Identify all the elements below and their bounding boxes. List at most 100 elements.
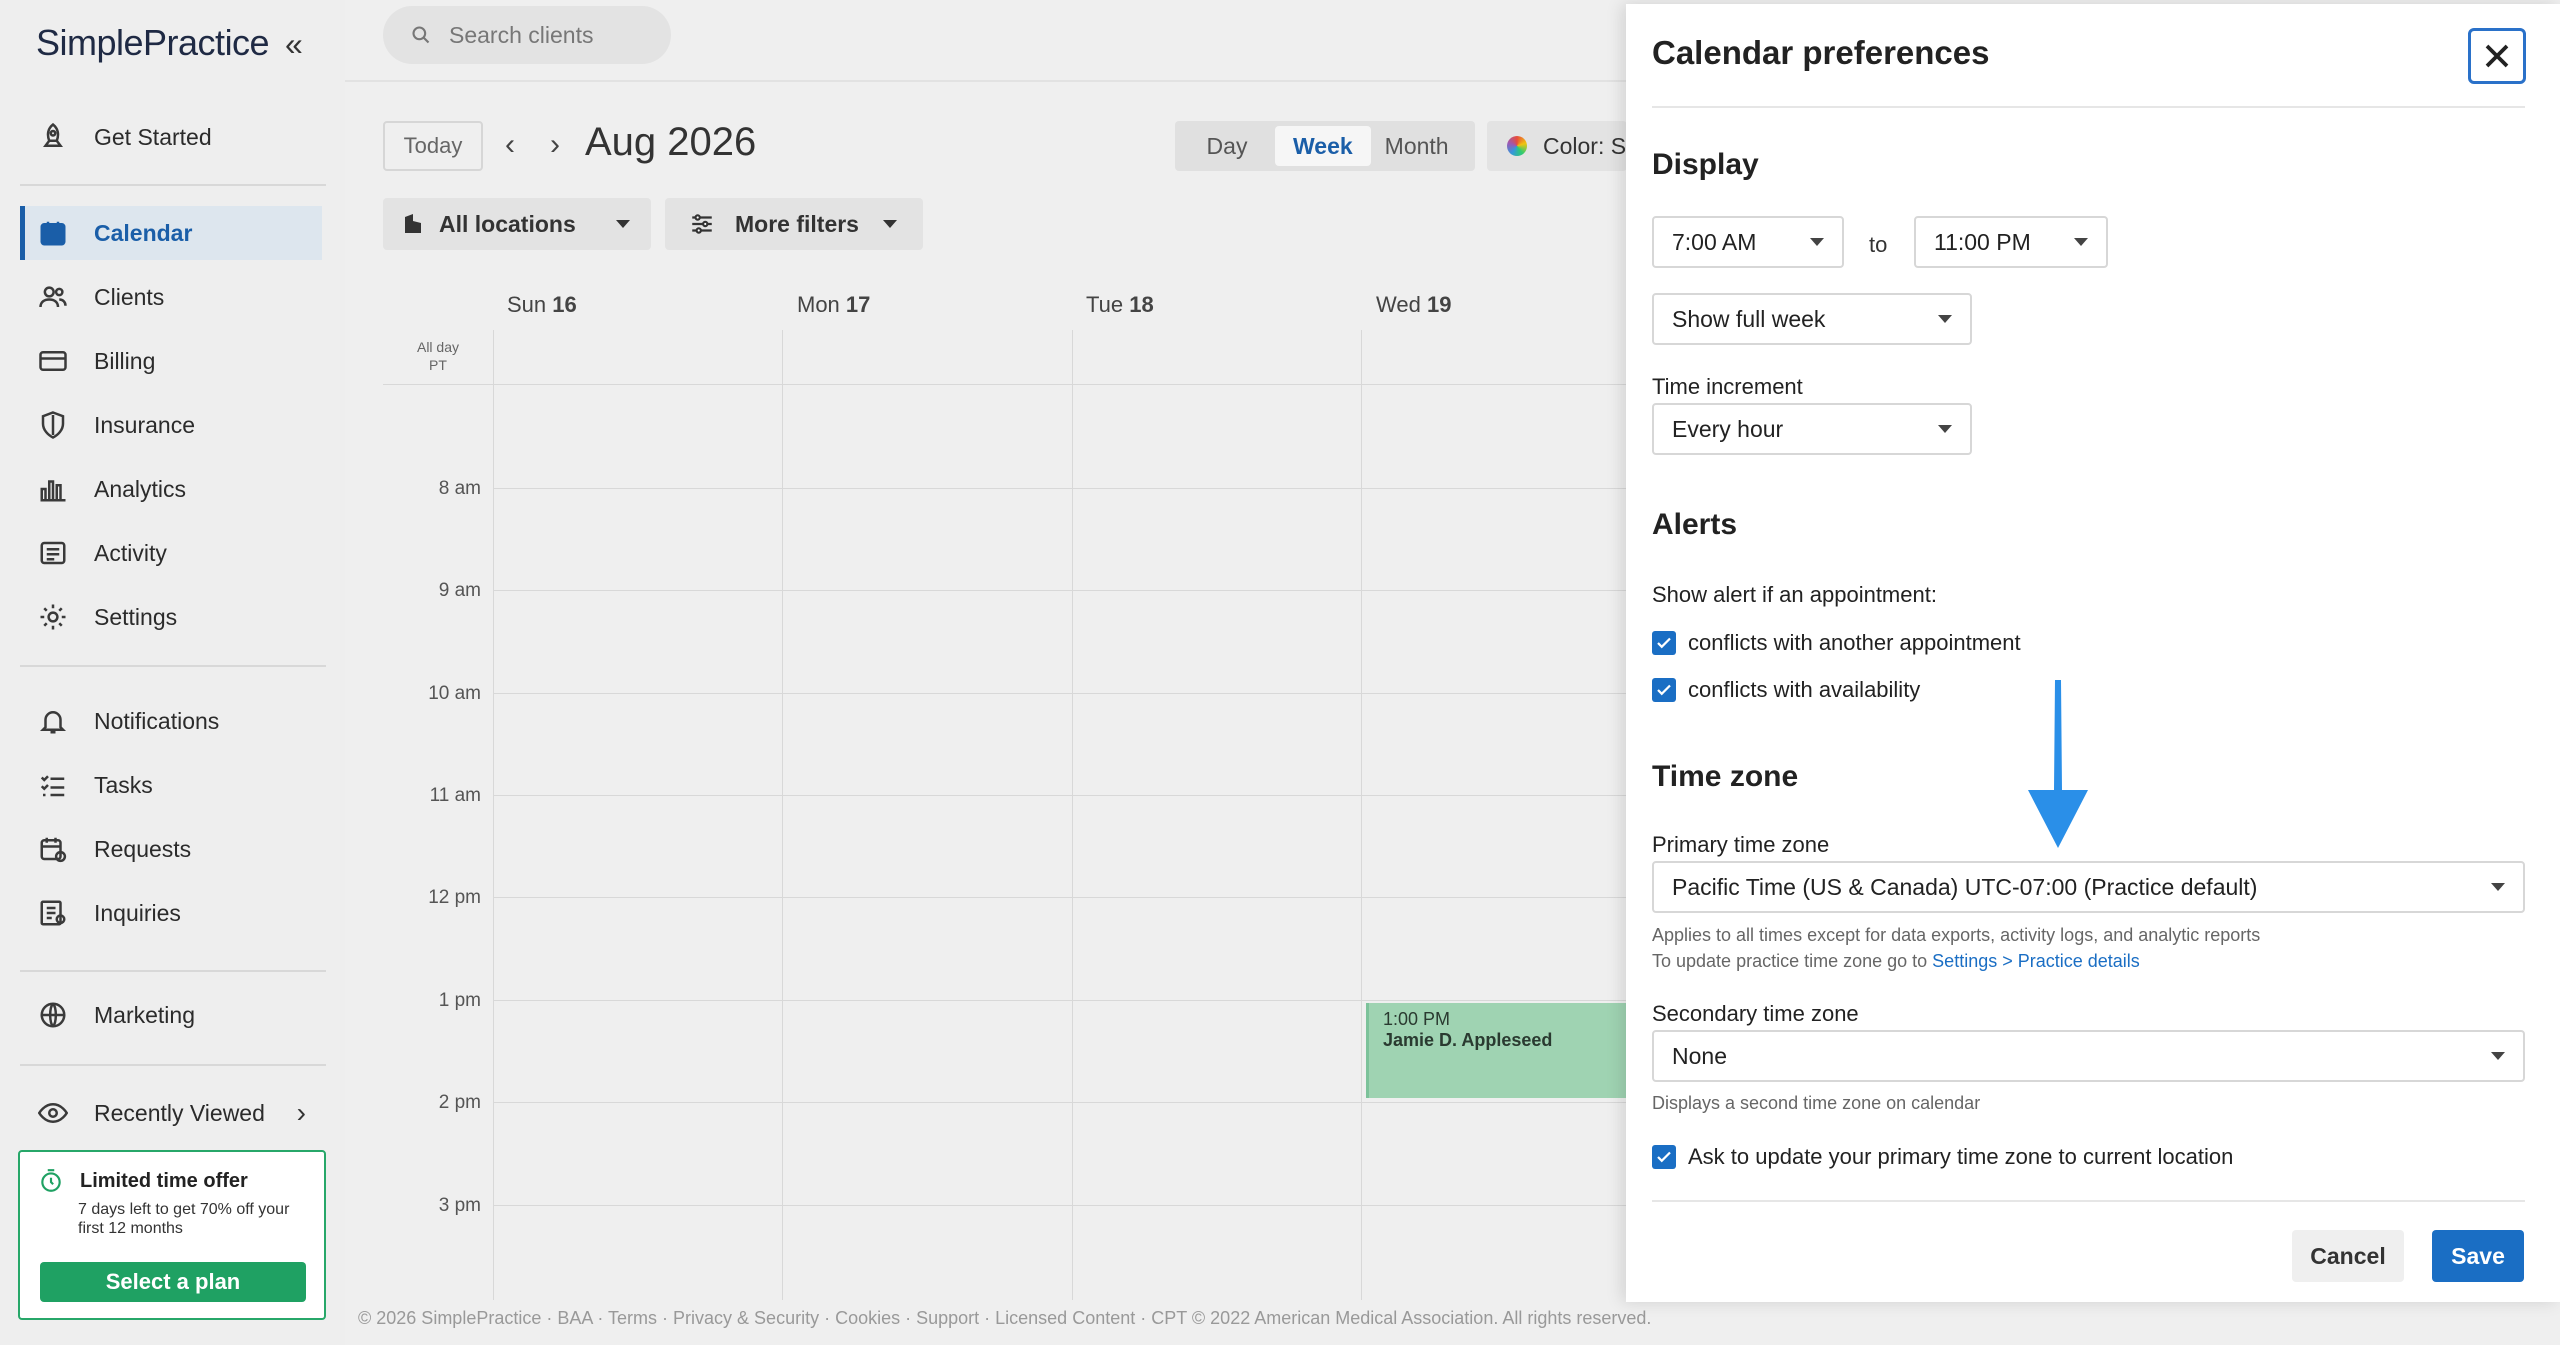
checkbox-checked[interactable]	[1652, 631, 1676, 655]
locations-filter[interactable]: All locations	[383, 198, 651, 250]
sidebar-item-label: Tasks	[94, 771, 153, 798]
view-month-button[interactable]: Month	[1371, 126, 1463, 166]
select-plan-button[interactable]: Select a plan	[40, 1262, 306, 1302]
timer-icon	[41, 1169, 61, 1192]
bell-icon	[36, 704, 70, 738]
secondary-time-zone-select[interactable]: None	[1652, 1030, 2525, 1082]
chevron-down-icon	[2074, 238, 2088, 246]
sidebar-item-activity[interactable]: Activity	[20, 526, 322, 580]
sidebar-item-analytics[interactable]: Analytics	[20, 462, 322, 516]
sidebar-item-insurance[interactable]: Insurance	[20, 398, 322, 452]
sidebar-item-label: Clients	[94, 283, 165, 310]
bar-chart-icon	[36, 472, 70, 506]
shield-icon	[36, 408, 70, 442]
alert-conflict-appointment[interactable]: conflicts with another appointment	[1652, 630, 2021, 656]
annotation-arrow-icon	[2028, 680, 2088, 848]
building-icon	[405, 214, 421, 233]
sidebar-item-calendar[interactable]: Calendar	[20, 206, 322, 260]
sidebar-item-requests[interactable]: Requests	[20, 822, 322, 876]
sidebar-item-label: Notifications	[94, 707, 220, 734]
cancel-button[interactable]: Cancel	[2292, 1230, 2404, 1282]
ask-update-time-zone[interactable]: Ask to update your primary time zone to …	[1652, 1144, 2233, 1170]
day-header-sun[interactable]: Sun 16	[507, 292, 577, 318]
chevron-down-icon	[2491, 1052, 2505, 1060]
close-icon	[2485, 44, 2509, 68]
sidebar-item-settings[interactable]: Settings	[20, 590, 322, 644]
save-button[interactable]: Save	[2432, 1230, 2524, 1282]
more-filters-button[interactable]: More filters	[665, 198, 923, 250]
sidebar-item-label: Inquiries	[94, 899, 181, 926]
chevron-down-icon	[1938, 315, 1952, 323]
gear-icon	[36, 600, 70, 634]
calendar-icon	[36, 216, 70, 250]
view-switcher: Day Week Month	[1175, 121, 1475, 171]
collapse-sidebar-icon[interactable]: «	[285, 26, 303, 62]
to-label: to	[1869, 232, 1888, 257]
sidebar-item-label: Marketing	[94, 1001, 195, 1028]
today-button[interactable]: Today	[383, 121, 483, 171]
week-display-select[interactable]: Show full week	[1652, 293, 1972, 345]
practice-details-link[interactable]: Settings > Practice details	[1932, 951, 2140, 971]
sidebar: SimplePractice « Get Started Calendar Cl…	[0, 0, 345, 1345]
sliders-icon	[692, 214, 712, 234]
sidebar-item-get-started[interactable]: Get Started	[20, 110, 322, 164]
sidebar-item-recently-viewed[interactable]: Recently Viewed ›	[20, 1086, 322, 1140]
hour-label: 8 am	[438, 478, 481, 499]
end-time-select[interactable]: 11:00 PM	[1914, 216, 2108, 268]
search-placeholder: Search clients	[449, 21, 594, 48]
chevron-right-icon: ›	[296, 1097, 306, 1128]
more-filters-label: More filters	[735, 210, 859, 237]
primary-time-zone-label: Primary time zone	[1652, 832, 1830, 857]
calendar-grid[interactable]: All day PT 8 am 9 am 10 am 11 am 12 pm 1 …	[383, 330, 1683, 1300]
sidebar-item-label: Settings	[94, 603, 178, 630]
sidebar-item-clients[interactable]: Clients	[20, 270, 322, 324]
time-increment-label: Time increment	[1652, 374, 1803, 399]
list-icon	[36, 536, 70, 570]
search-icon	[412, 26, 430, 44]
close-button[interactable]	[2468, 28, 2526, 84]
hour-label: 11 am	[429, 785, 481, 806]
primary-time-zone-select[interactable]: Pacific Time (US & Canada) UTC-07:00 (Pr…	[1652, 861, 2525, 913]
alerts-heading: Alerts	[1652, 508, 1738, 541]
locations-label: All locations	[439, 210, 576, 237]
alerts-intro: Show alert if an appointment:	[1652, 582, 1937, 607]
sidebar-item-label: Requests	[94, 835, 192, 862]
day-header-mon[interactable]: Mon 17	[797, 292, 870, 318]
hour-label: 10 am	[428, 683, 481, 704]
users-icon	[36, 280, 70, 314]
day-header-tue[interactable]: Tue 18	[1086, 292, 1154, 318]
sidebar-item-notifications[interactable]: Notifications	[20, 694, 322, 748]
time-increment-select[interactable]: Every hour	[1652, 403, 1972, 455]
color-by-button[interactable]: Color: S	[1487, 121, 1627, 171]
day-header-wed[interactable]: Wed 19	[1376, 292, 1451, 318]
inquiry-icon	[36, 896, 70, 930]
hour-label: 3 pm	[438, 1195, 481, 1216]
chevron-down-icon	[1938, 425, 1952, 433]
start-time-select[interactable]: 7:00 AM	[1652, 216, 1844, 268]
next-week-icon[interactable]: ›	[550, 128, 560, 162]
alert-conflict-availability[interactable]: conflicts with availability	[1652, 677, 1920, 703]
appointment-card[interactable]: 1:00 PM Jamie D. Appleseed	[1366, 1003, 1646, 1098]
view-week-button[interactable]: Week	[1275, 126, 1371, 166]
checkbox-checked[interactable]	[1652, 678, 1676, 702]
view-day-button[interactable]: Day	[1179, 126, 1275, 166]
sidebar-item-tasks[interactable]: Tasks	[20, 758, 322, 812]
checklist-icon	[36, 768, 70, 802]
month-title: Aug 2026	[585, 120, 757, 164]
sidebar-item-inquiries[interactable]: Inquiries	[20, 886, 322, 940]
divider	[20, 970, 326, 972]
offer-title: Limited time offer	[80, 1170, 248, 1192]
sidebar-item-marketing[interactable]: Marketing	[20, 988, 322, 1042]
divider	[1652, 106, 2525, 108]
prev-week-icon[interactable]: ‹	[505, 128, 515, 162]
hour-label: 2 pm	[438, 1092, 481, 1113]
footer-links[interactable]: © 2026 SimplePractice · BAA · Terms · Pr…	[358, 1308, 1651, 1329]
divider	[20, 1064, 326, 1066]
checkbox-checked[interactable]	[1652, 1145, 1676, 1169]
search-input[interactable]: Search clients	[383, 6, 671, 64]
primary-time-zone-help: Applies to all times except for data exp…	[1652, 925, 2261, 971]
sidebar-item-billing[interactable]: Billing	[20, 334, 322, 388]
secondary-time-zone-help: Displays a second time zone on calendar	[1652, 1093, 1981, 1113]
brand-logo[interactable]: SimplePractice	[36, 22, 270, 64]
credit-card-icon	[36, 344, 70, 378]
